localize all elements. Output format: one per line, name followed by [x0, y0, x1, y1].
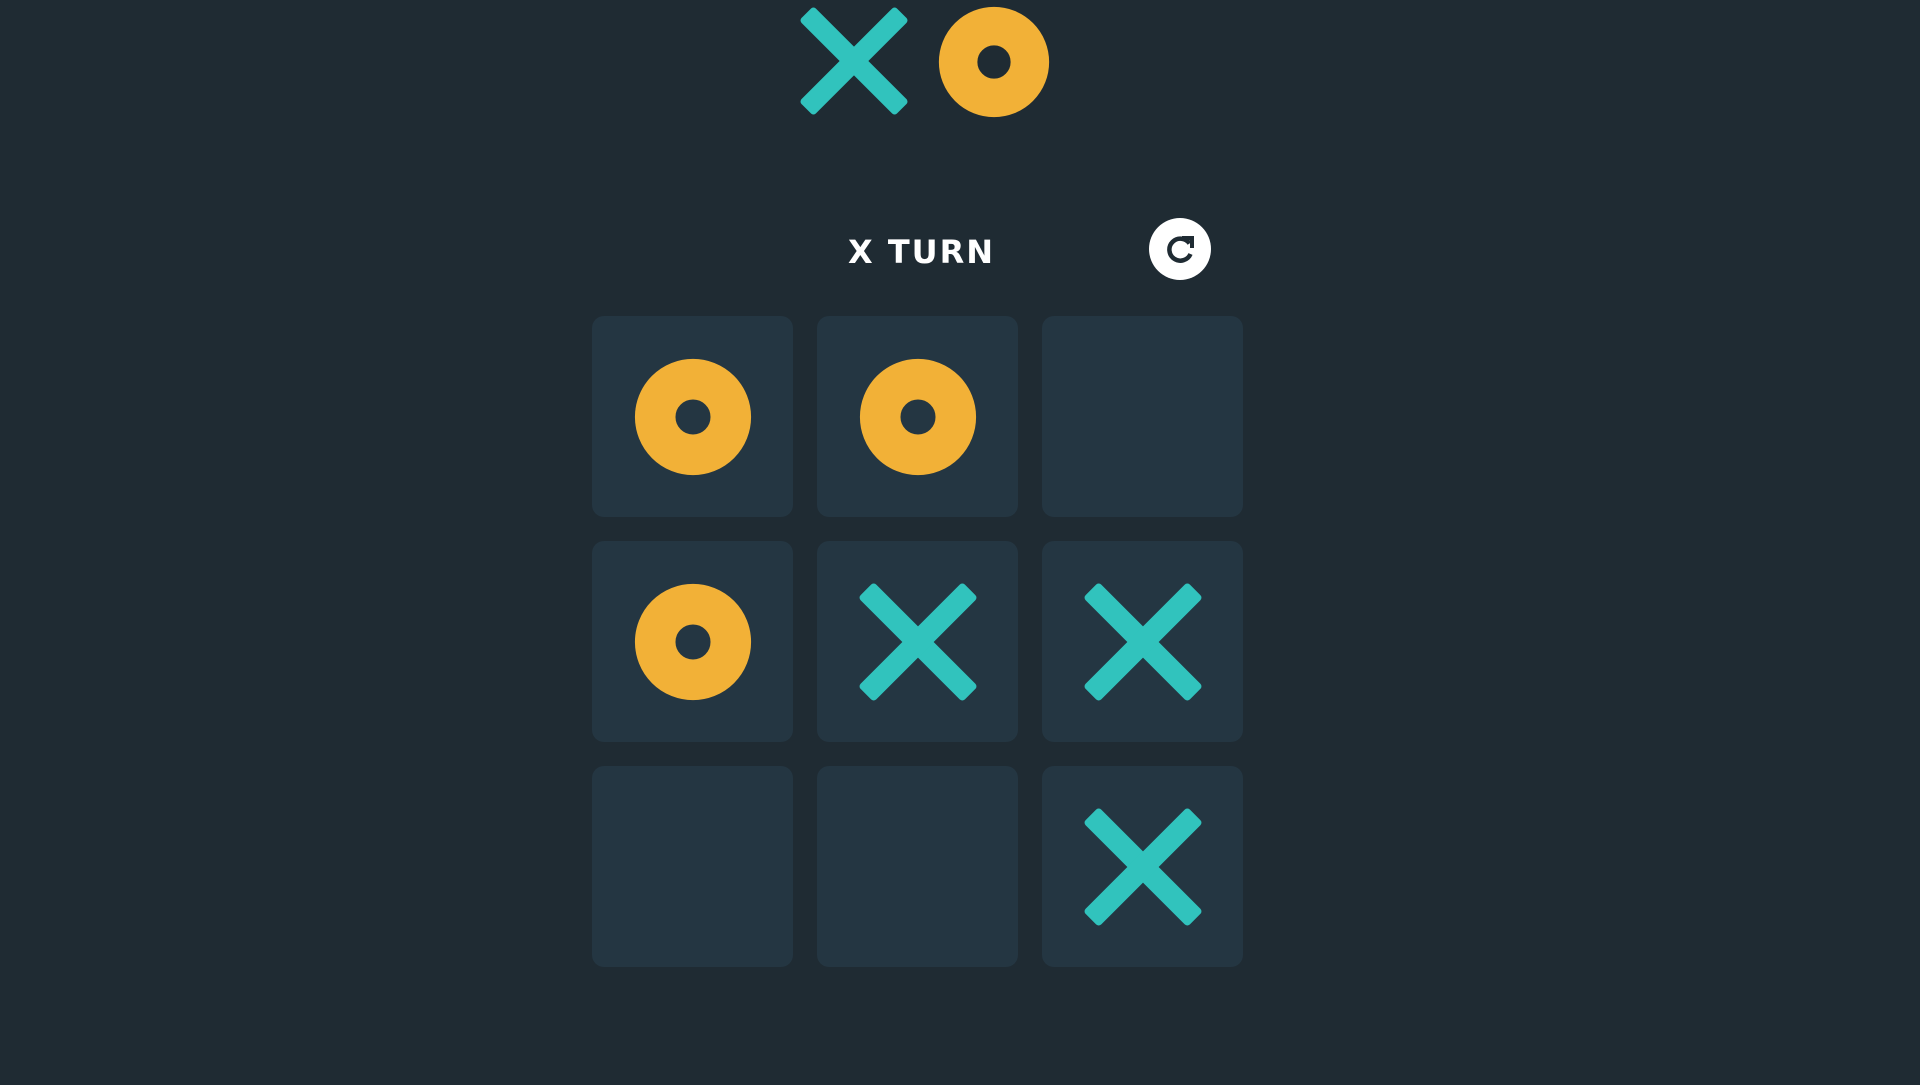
restart-icon	[1167, 236, 1194, 263]
logo	[800, 6, 1050, 118]
game-board	[592, 316, 1244, 968]
x-mark-icon	[800, 7, 908, 115]
board-cell-7[interactable]	[592, 766, 793, 967]
board-cell-5[interactable]	[817, 541, 1018, 742]
board-cell-8[interactable]	[817, 766, 1018, 967]
board-cell-6[interactable]	[1042, 541, 1243, 742]
board-cell-3[interactable]	[1042, 316, 1243, 517]
o-mark-icon	[859, 358, 976, 475]
board-cell-4[interactable]	[592, 541, 793, 742]
x-mark-icon	[1084, 583, 1201, 700]
x-mark-icon	[859, 583, 976, 700]
o-mark-icon	[634, 583, 751, 700]
restart-button[interactable]	[1149, 218, 1211, 280]
board-cell-1[interactable]	[592, 316, 793, 517]
game-screen: X TURN	[0, 0, 1920, 1085]
o-mark-icon	[938, 6, 1050, 118]
o-mark-icon	[634, 358, 751, 475]
turn-indicator: X TURN	[848, 233, 996, 271]
board-cell-9[interactable]	[1042, 766, 1243, 967]
x-mark-icon	[1084, 808, 1201, 925]
board-cell-2[interactable]	[817, 316, 1018, 517]
